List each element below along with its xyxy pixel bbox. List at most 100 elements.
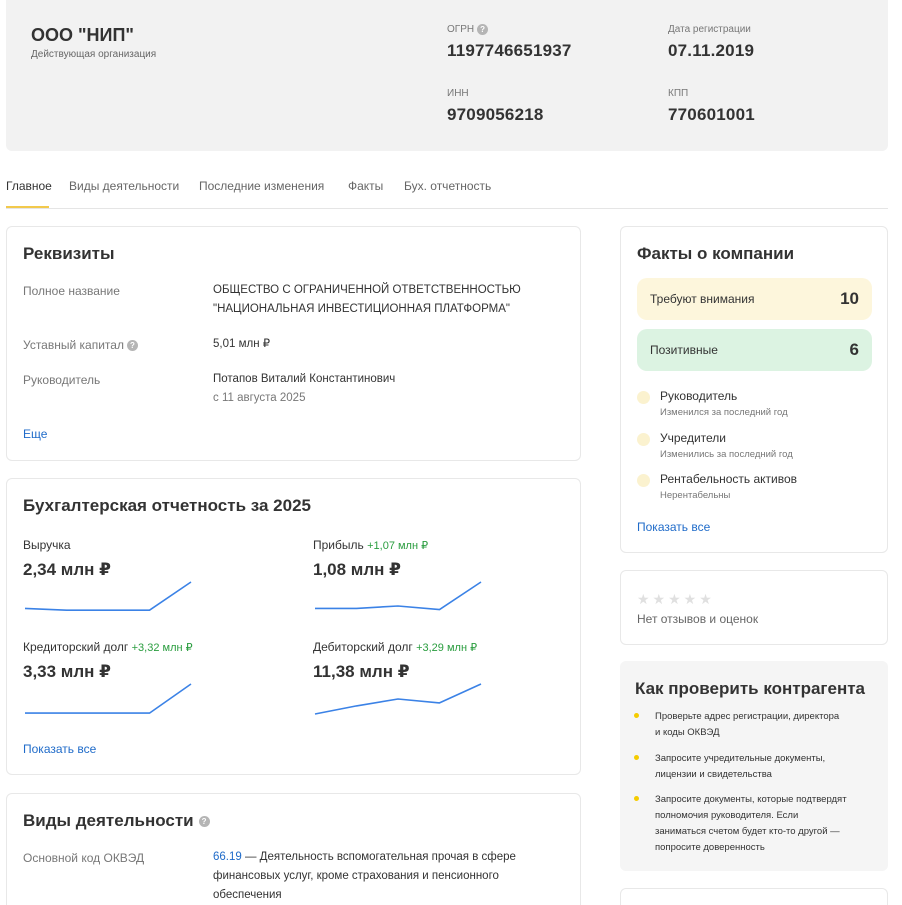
okved-desc: финансовых услуг, кроме страхования и пе…: [213, 870, 499, 882]
finance-card: Бухгалтерская отчетность за 2025 Выручка…: [6, 478, 581, 775]
ogrn-label: ОГРН?: [447, 24, 489, 35]
reg-date-label: Дата регистрации: [668, 24, 751, 35]
sparkline-path: [315, 581, 482, 611]
company-status: Действующая организация: [31, 49, 157, 60]
check-text: Запросите учредительные документы, лицен…: [655, 751, 870, 783]
finance-label-text: Кредиторский долг: [23, 640, 129, 654]
check-line: заниматься счетом будет кто-то другой —: [655, 826, 840, 837]
activities-title-text: Виды деятельности: [23, 811, 194, 830]
positive-count: 6: [849, 340, 859, 359]
finance-revenue[interactable]: Выручка 2,34 млн ₽: [23, 538, 223, 628]
finance-label-text: Дебиторский долг: [313, 640, 413, 654]
finance-delta: +1,07 млн ₽: [367, 540, 429, 552]
more-link[interactable]: Еще: [23, 427, 47, 441]
payables-sparkline: [25, 683, 192, 714]
check-text: Запросите документы, которые подтвердят …: [655, 792, 870, 856]
activities-card: Виды деятельности? Основной код ОКВЭД 66…: [6, 793, 581, 905]
full-name-value: ОБЩЕСТВО С ОГРАНИЧЕННОЙ ОТВЕТСТВЕННОСТЬЮ…: [213, 281, 521, 319]
tab-main[interactable]: Главное: [6, 179, 52, 193]
facts-card: Факты о компании Требуют внимания 10 Поз…: [620, 226, 888, 553]
check-text: Проверьте адрес регистрации, директора и…: [655, 709, 870, 741]
inn-value: 9709056218: [447, 105, 544, 124]
finance-value: 11,38 млн ₽: [313, 662, 410, 681]
kpp-value: 770601001: [668, 105, 755, 124]
finance-value: 3,33 млн ₽: [23, 662, 112, 681]
fact-name: Рентабельность активов: [660, 472, 798, 486]
okved-desc: обеспечения: [213, 889, 282, 901]
fact-desc: Изменились за последний год: [660, 449, 793, 460]
sparkline-path: [314, 683, 482, 715]
help-icon[interactable]: ?: [477, 24, 489, 35]
positive-label: Позитивные: [650, 343, 718, 357]
okved-value: 66.19 — Деятельность вспомогательная про…: [213, 848, 516, 905]
tab-accounting[interactable]: Бух. отчетность: [404, 179, 491, 193]
fact-dot-icon: [637, 433, 650, 446]
fact-desc: Нерентабельны: [660, 490, 731, 501]
check-line: Запросите учредительные документы,: [655, 753, 826, 764]
okved-desc: — Деятельность вспомогательная прочая в …: [241, 851, 516, 863]
finance-label: Дебиторский долг +3,29 млн ₽: [313, 640, 477, 654]
fact-item[interactable]: Учредители Изменились за последний год: [637, 431, 877, 465]
attention-label: Требуют внимания: [650, 292, 755, 306]
check-item: Запросите документы, которые подтвердят …: [634, 792, 874, 858]
tab-bar: Главное Виды деятельности Последние изме…: [6, 168, 888, 209]
head-label: Руководитель: [23, 373, 101, 387]
full-name-label: Полное название: [23, 284, 120, 298]
positive-facts-button[interactable]: Позитивные 6: [637, 329, 872, 371]
activities-title: Виды деятельности?: [23, 811, 210, 831]
reviews-card: ★★★★★ Нет отзывов и оценок: [620, 570, 888, 645]
fact-item[interactable]: Рентабельность активов Нерентабельны: [637, 472, 877, 506]
company-header: ООО "НИП" Действующая организация ОГРН? …: [6, 0, 888, 151]
finance-receivables[interactable]: Дебиторский долг +3,29 млн ₽ 11,38 млн ₽: [313, 640, 513, 730]
fact-name: Руководитель: [660, 389, 738, 403]
capital-label: Уставный капитал?: [23, 338, 138, 352]
reg-date-value: 07.11.2019: [668, 41, 755, 60]
facts-title: Факты о компании: [637, 244, 795, 263]
rating-stars-icon[interactable]: ★★★★★: [637, 591, 715, 608]
company-name: ООО "НИП": [31, 25, 134, 45]
finance-payables[interactable]: Кредиторский долг +3,32 млн ₽ 3,33 млн ₽: [23, 640, 223, 730]
check-counterparty-card: Как проверить контрагента Проверьте адре…: [620, 661, 888, 871]
kpp-label: КПП: [668, 88, 689, 99]
head-name[interactable]: Потапов Виталий Константинович: [213, 370, 395, 389]
inn-label: ИНН: [447, 88, 469, 99]
reviews-text: Нет отзывов и оценок: [637, 612, 759, 626]
tab-recent-changes[interactable]: Последние изменения: [199, 179, 324, 193]
ogrn-value: 1197746651937: [447, 41, 572, 60]
capital-value: 5,01 млн ₽: [213, 338, 271, 350]
finance-value: 2,34 млн ₽: [23, 560, 112, 579]
okved-code-link[interactable]: 66.19: [213, 851, 242, 863]
bullet-icon: [634, 713, 639, 718]
check-item: Проверьте адрес регистрации, директора и…: [634, 709, 874, 743]
capital-label-text: Уставный капитал: [23, 338, 124, 352]
fact-dot-icon: [637, 391, 650, 404]
attention-facts-button[interactable]: Требуют внимания 10: [637, 278, 872, 320]
finance-delta: +3,32 млн ₽: [131, 642, 193, 654]
finance-title: Бухгалтерская отчетность за 2025: [23, 496, 311, 515]
next-card: [620, 888, 888, 905]
finance-label: Кредиторский долг +3,32 млн ₽: [23, 640, 193, 654]
facts-show-all-link[interactable]: Показать все: [637, 520, 710, 534]
active-tab-indicator: [6, 206, 49, 208]
check-title: Как проверить контрагента: [635, 679, 866, 698]
sparkline-path: [25, 683, 192, 714]
head-value: Потапов Виталий Константинович с 11 авгу…: [213, 370, 395, 408]
check-line: Запросите документы, которые подтвердят: [655, 794, 847, 805]
fact-name: Учредители: [660, 431, 727, 445]
finance-profit[interactable]: Прибыль +1,07 млн ₽ 1,08 млн ₽: [313, 538, 513, 628]
check-line: лицензии и свидетельства: [655, 769, 772, 780]
finance-show-all-link[interactable]: Показать все: [23, 742, 96, 756]
tab-activities[interactable]: Виды деятельности: [69, 179, 179, 193]
fact-item[interactable]: Руководитель Изменился за последний год: [637, 389, 877, 423]
finance-label-text: Выручка: [23, 538, 71, 552]
help-icon[interactable]: ?: [126, 340, 138, 352]
full-name-line: "НАЦИОНАЛЬНАЯ ИНВЕСТИЦИОННАЯ ПЛАТФОРМА": [213, 303, 510, 315]
help-icon[interactable]: ?: [198, 816, 210, 828]
requisites-card: Реквизиты Полное название ОБЩЕСТВО С ОГР…: [6, 226, 581, 461]
requisites-title: Реквизиты: [23, 244, 115, 263]
sparkline-path: [24, 581, 192, 612]
tab-facts[interactable]: Факты: [348, 179, 383, 193]
finance-value: 1,08 млн ₽: [313, 560, 402, 579]
fact-desc: Изменился за последний год: [660, 407, 788, 418]
attention-count: 10: [840, 289, 859, 308]
